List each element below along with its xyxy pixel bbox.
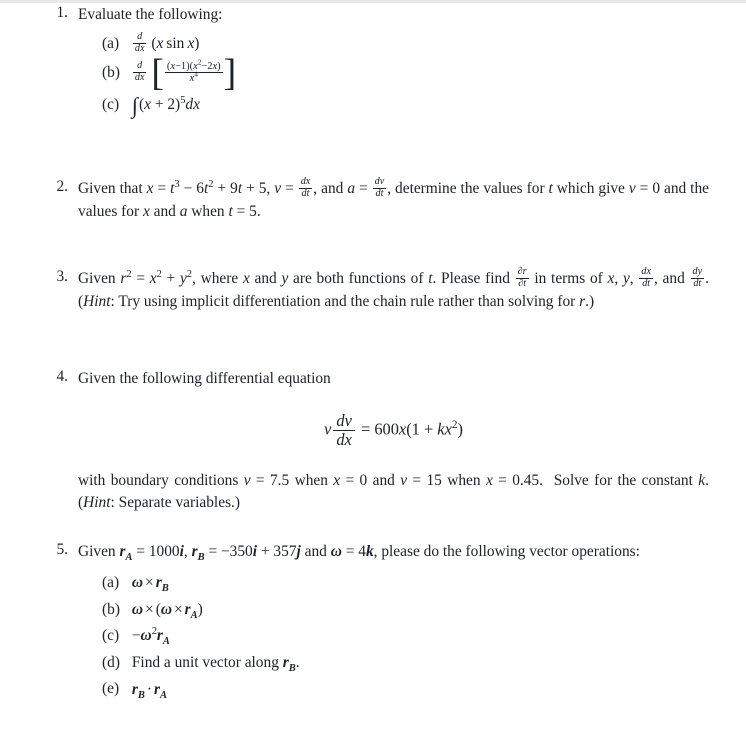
problem-5-part-e: (e) rB · rA: [102, 678, 709, 701]
problem-5-body: Given rA = 1000i, rB = −350i + 357j and …: [78, 541, 709, 701]
problem-1-number: 1.: [56, 4, 68, 21]
part-c-expression: ∫(x + 2)5dx: [131, 93, 200, 119]
problem-4-number: 4.: [56, 368, 68, 385]
part-label-a: (a): [102, 34, 120, 52]
hint-word: Hint: [83, 292, 111, 310]
problem-3-number: 3.: [56, 268, 68, 285]
problem-2-text: Given that x = t3 − 6t2 + 9t + 5, v = dx…: [78, 176, 709, 220]
part-a-expression: d dx (x sin x): [132, 31, 200, 55]
integral-sign: ∫: [131, 93, 138, 119]
dv-dt-fraction: dv dt: [372, 176, 387, 200]
right-bracket: ]: [223, 52, 237, 95]
quotient-fraction: (x−1)(x2−2x) x4: [164, 58, 223, 84]
cross-product-icon: ×: [145, 600, 154, 618]
problem-5-parts: (a) ω × rB (b) ω × (ω × rA) (c) −ω2rA (d…: [102, 572, 709, 701]
left-bracket: [: [151, 52, 164, 95]
dv-dx-fraction: dv dx: [333, 411, 355, 450]
problem-3-body: Given r2 = x2 + y2, where x and y are bo…: [78, 266, 709, 313]
dx-dt-fraction: dx dt: [298, 176, 313, 200]
part-c-expression: −ω2rA: [131, 626, 170, 648]
part-label-d: (d): [102, 653, 120, 671]
part-e-expression: rB · rA: [131, 680, 167, 701]
problem-2-number: 2.: [56, 178, 68, 195]
part-label-b: (b): [102, 63, 120, 81]
given-word: Given: [78, 270, 116, 287]
problem-4-stem: Given the following differential equatio…: [78, 370, 331, 387]
dot-product-icon: ·: [146, 680, 152, 698]
problem-1-body: Evaluate the following: (a) d dx (x sin x…: [78, 4, 709, 117]
problem-5-number: 5.: [56, 541, 68, 558]
hint-word: Hint: [83, 493, 111, 511]
part-a-expression: ω × rB: [131, 574, 169, 595]
problem-5-part-c: (c) −ω2rA: [102, 625, 709, 648]
document-page: 1. Evaluate the following: (a) d dx (x si…: [0, 0, 746, 746]
part-label-c: (c): [102, 95, 120, 113]
given-word: Given that: [78, 180, 143, 197]
part-d-text: Find a unit vector along: [131, 654, 279, 672]
cross-product-icon: ×: [173, 600, 183, 618]
dx-dt-fraction: dx dt: [639, 266, 653, 290]
problem-4-body: Given the following differential equatio…: [78, 368, 709, 513]
problem-1-parts: (a) d dx (x sin x) (b) d dx [(x−1)(x2−2…: [102, 31, 709, 117]
derivative-operator: d dx: [132, 31, 147, 55]
problem-1-part-b: (b) d dx [ (x−1)(x2−2x) x4 ]: [102, 52, 709, 95]
problem-5-part-b: (b) ω × (ω × rA): [102, 599, 709, 622]
problem-1: 1. Evaluate the following: (a) d dx (x si…: [44, 4, 709, 123]
partial-r-partial-t-fraction: ∂r ∂t: [515, 266, 529, 290]
given-word: Given: [78, 543, 116, 560]
problem-5-part-d: (d) Find a unit vector along rB.: [102, 652, 709, 675]
part-b-expression: ω × (ω × rA): [131, 600, 203, 621]
problem-3-text: Given r2 = x2 + y2, where x and y are bo…: [78, 266, 709, 310]
derivative-operator: d dx: [132, 60, 147, 83]
cross-product-icon: ×: [145, 574, 154, 592]
problem-2-body: Given that x = t3 − 6t2 + 9t + 5, v = dx…: [78, 176, 709, 223]
part-d-expression: Find a unit vector along rB.: [131, 654, 300, 675]
problem-1-part-c: (c) ∫(x + 2)5dx: [102, 94, 709, 117]
problem-1-part-a: (a) d dx (x sin x): [102, 31, 709, 56]
problem-4: 4. Given the following differential equa…: [44, 368, 709, 513]
part-label-c: (c): [102, 627, 120, 645]
problem-5-stem: Given rA = 1000i, rB = −350i + 357j and …: [78, 543, 640, 564]
part-b-expression: d dx [ (x−1)(x2−2x) x4 ]: [132, 52, 237, 95]
part-label-b: (b): [102, 600, 120, 618]
part-label-e: (e): [102, 680, 120, 698]
problem-1-stem: Evaluate the following:: [78, 6, 223, 23]
dy-dt-fraction: dy dt: [690, 266, 705, 290]
part-label-a: (a): [102, 573, 120, 591]
problem-4-display-equation: v dv dx = 600x(1 + kx2): [324, 410, 463, 450]
problem-5: 5. Given rA = 1000i, rB = −350i + 357j a…: [44, 541, 709, 707]
problem-2: 2. Given that x = t3 − 6t2 + 9t + 5, v =…: [44, 176, 709, 223]
problem-4-boundary-conditions: with boundary conditions v = 7.5 when x …: [78, 471, 709, 511]
problem-5-part-a: (a) ω × rB: [102, 572, 709, 595]
problem-3: 3. Given r2 = x2 + y2, where x and y are…: [44, 266, 709, 313]
